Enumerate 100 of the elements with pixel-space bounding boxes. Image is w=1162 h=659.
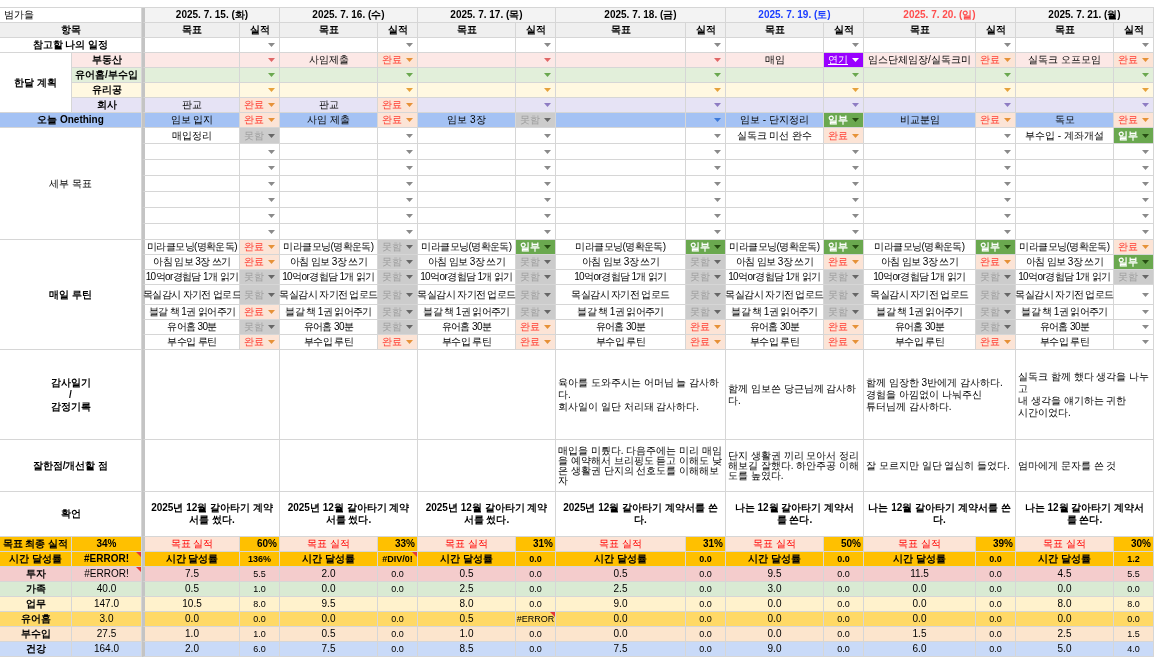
status-dropdown[interactable] (516, 38, 556, 53)
status-dropdown[interactable] (1114, 144, 1154, 160)
status-dropdown[interactable] (240, 192, 280, 208)
status-dropdown[interactable] (516, 176, 556, 192)
status-dropdown[interactable]: 완료 (240, 255, 280, 270)
status-dropdown[interactable]: 완료 (976, 255, 1016, 270)
status-dropdown[interactable] (516, 68, 556, 83)
status-dropdown[interactable] (976, 160, 1016, 176)
status-dropdown[interactable] (1114, 208, 1154, 224)
status-dropdown[interactable] (824, 98, 864, 113)
status-dropdown[interactable] (824, 144, 864, 160)
status-dropdown[interactable] (976, 38, 1016, 53)
status-dropdown[interactable]: 일부 (1114, 255, 1154, 270)
status-dropdown[interactable] (516, 160, 556, 176)
status-dropdown[interactable] (976, 144, 1016, 160)
status-dropdown[interactable] (1114, 38, 1154, 53)
status-dropdown[interactable]: 완료 (824, 255, 864, 270)
status-dropdown[interactable] (686, 38, 726, 53)
status-dropdown[interactable] (1114, 98, 1154, 113)
status-dropdown[interactable] (686, 68, 726, 83)
status-dropdown[interactable] (976, 128, 1016, 144)
status-dropdown[interactable]: 완료 (240, 98, 280, 113)
status-dropdown[interactable] (824, 38, 864, 53)
status-dropdown[interactable]: 완료 (976, 335, 1016, 350)
status-dropdown[interactable] (686, 224, 726, 240)
status-dropdown[interactable] (824, 192, 864, 208)
status-dropdown[interactable] (378, 83, 418, 98)
status-dropdown[interactable] (516, 208, 556, 224)
status-dropdown[interactable] (378, 176, 418, 192)
status-dropdown[interactable]: 완료 (1114, 53, 1154, 68)
status-dropdown[interactable] (686, 53, 726, 68)
status-dropdown[interactable] (1114, 160, 1154, 176)
status-dropdown[interactable] (516, 98, 556, 113)
status-dropdown[interactable]: 완료 (240, 305, 280, 320)
status-dropdown[interactable] (976, 176, 1016, 192)
status-dropdown[interactable] (240, 208, 280, 224)
status-dropdown[interactable]: 완료 (516, 320, 556, 335)
status-dropdown[interactable] (976, 83, 1016, 98)
status-dropdown[interactable]: 완료 (686, 335, 726, 350)
status-dropdown[interactable] (1114, 176, 1154, 192)
status-dropdown[interactable]: 완료 (686, 320, 726, 335)
status-dropdown[interactable] (1114, 224, 1154, 240)
status-dropdown[interactable] (1114, 335, 1154, 350)
status-dropdown[interactable] (976, 98, 1016, 113)
status-dropdown[interactable] (686, 160, 726, 176)
status-dropdown[interactable] (378, 68, 418, 83)
status-dropdown[interactable]: 완료 (240, 113, 280, 128)
status-dropdown[interactable]: 일부 (824, 113, 864, 128)
status-dropdown[interactable]: 일부 (976, 240, 1016, 255)
status-dropdown[interactable] (1114, 320, 1154, 335)
status-dropdown[interactable] (516, 224, 556, 240)
status-dropdown[interactable] (516, 144, 556, 160)
status-dropdown[interactable] (516, 192, 556, 208)
status-dropdown[interactable]: 일부 (1114, 128, 1154, 144)
status-dropdown[interactable]: 완료 (824, 320, 864, 335)
status-dropdown[interactable] (976, 68, 1016, 83)
status-dropdown[interactable]: 완료 (378, 53, 418, 68)
status-dropdown[interactable] (240, 83, 280, 98)
status-dropdown[interactable] (516, 128, 556, 144)
status-dropdown[interactable] (824, 68, 864, 83)
status-dropdown[interactable] (686, 176, 726, 192)
status-dropdown[interactable] (1114, 285, 1154, 305)
status-dropdown[interactable]: 완료 (824, 128, 864, 144)
status-dropdown[interactable] (686, 113, 726, 128)
status-dropdown[interactable] (378, 38, 418, 53)
status-dropdown[interactable]: 완료 (976, 113, 1016, 128)
status-dropdown[interactable]: 완료 (976, 53, 1016, 68)
status-dropdown[interactable] (240, 160, 280, 176)
status-dropdown[interactable] (686, 128, 726, 144)
status-dropdown[interactable] (686, 192, 726, 208)
status-dropdown[interactable]: 완료 (240, 240, 280, 255)
status-dropdown[interactable]: 일부 (516, 240, 556, 255)
status-dropdown[interactable]: 완료 (240, 335, 280, 350)
status-dropdown[interactable] (824, 208, 864, 224)
status-dropdown[interactable] (516, 83, 556, 98)
status-dropdown[interactable]: 완료 (1114, 113, 1154, 128)
status-dropdown[interactable] (1114, 68, 1154, 83)
status-dropdown[interactable] (516, 53, 556, 68)
status-dropdown[interactable] (686, 208, 726, 224)
status-dropdown[interactable] (1114, 305, 1154, 320)
status-dropdown[interactable] (240, 68, 280, 83)
status-dropdown[interactable]: 일부 (824, 240, 864, 255)
status-dropdown[interactable]: 완료 (824, 335, 864, 350)
status-dropdown[interactable]: 완료 (378, 335, 418, 350)
status-dropdown[interactable]: 완료 (1114, 240, 1154, 255)
status-dropdown[interactable] (976, 192, 1016, 208)
status-dropdown[interactable] (378, 192, 418, 208)
status-dropdown[interactable]: 연기 (824, 53, 864, 68)
status-dropdown[interactable] (240, 38, 280, 53)
status-dropdown[interactable] (824, 83, 864, 98)
status-dropdown[interactable] (824, 224, 864, 240)
status-dropdown[interactable]: 완료 (378, 113, 418, 128)
status-dropdown[interactable] (378, 160, 418, 176)
status-dropdown[interactable] (378, 224, 418, 240)
status-dropdown[interactable] (240, 53, 280, 68)
status-dropdown[interactable] (686, 83, 726, 98)
status-dropdown[interactable]: 완료 (516, 335, 556, 350)
status-dropdown[interactable] (240, 144, 280, 160)
status-dropdown[interactable] (378, 208, 418, 224)
status-dropdown[interactable] (686, 144, 726, 160)
